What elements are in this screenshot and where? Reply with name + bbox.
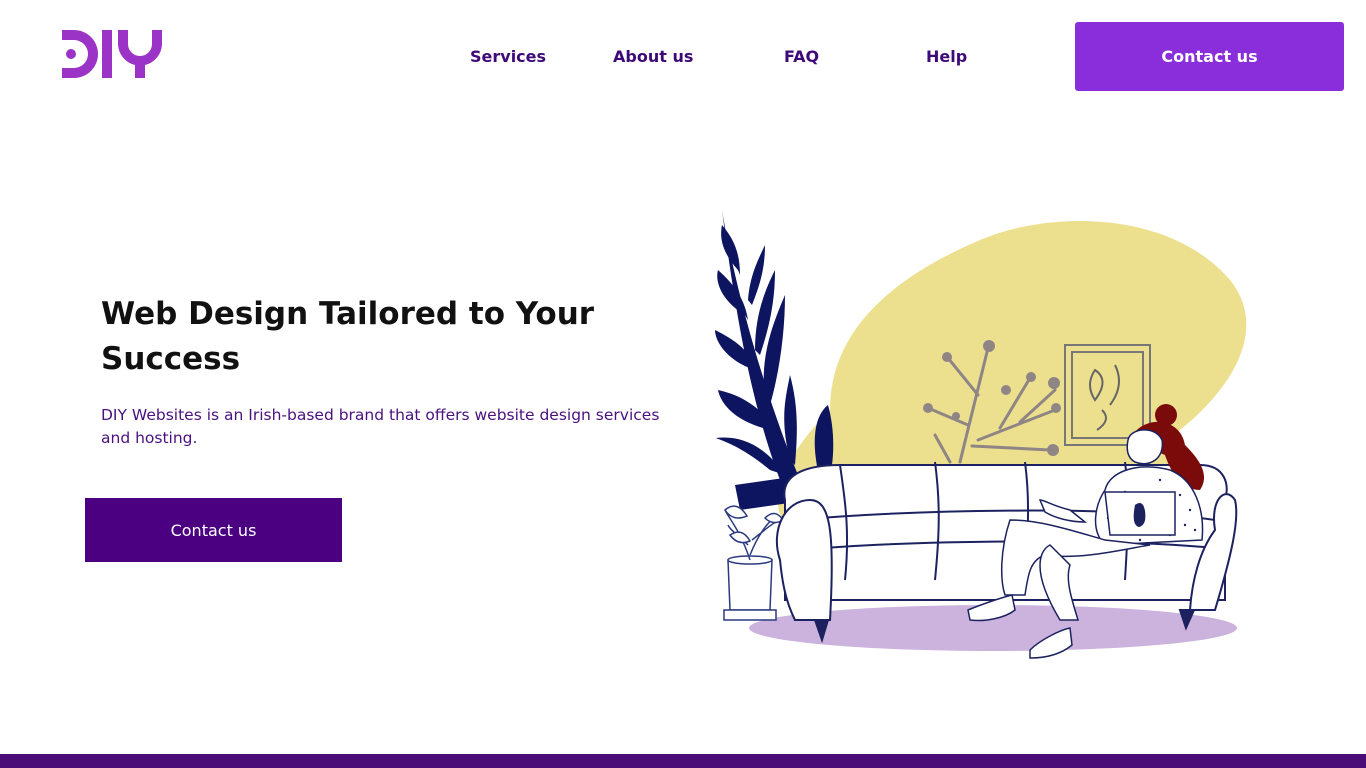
nav-link-services[interactable]: Services <box>470 47 546 66</box>
hero-subtitle: DIY Websites is an Irish-based brand tha… <box>101 406 660 447</box>
nav-link-faq[interactable]: FAQ <box>784 47 819 66</box>
footer-bar <box>0 754 1366 768</box>
nav-link-about-us[interactable]: About us <box>613 47 693 66</box>
nav-link-help[interactable]: Help <box>926 47 967 66</box>
potted-plant <box>723 505 785 621</box>
hero-illustration <box>710 200 1270 670</box>
landing-page: Services About us FAQ Help Contact us We… <box>0 0 1366 768</box>
diy-logo[interactable] <box>60 26 170 82</box>
hero-contact-button[interactable]: Contact us <box>85 498 342 562</box>
header-contact-button[interactable]: Contact us <box>1075 22 1344 91</box>
hero-title: Web Design Tailored to Your Success <box>101 296 595 377</box>
